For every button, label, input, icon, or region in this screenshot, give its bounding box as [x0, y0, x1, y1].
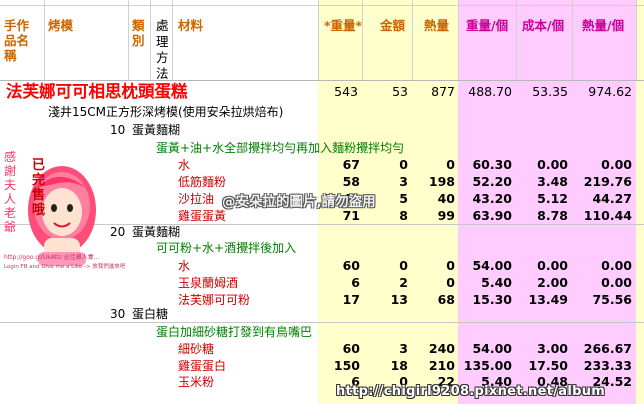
total-cost-per: 53.35: [532, 84, 568, 99]
header-ingredient[interactable]: 材料: [178, 18, 203, 33]
spreadsheet-frame: 手作品名稱 烤模 類別 處理方法 材料 *重量* 金額 熱量 重量/個 成本/個…: [0, 0, 644, 404]
header-divider: [128, 0, 129, 80]
header-cost-per[interactable]: 成本/個: [522, 18, 564, 33]
section-label: 蛋白糖: [132, 307, 169, 321]
recipe-title-row[interactable]: 法芙娜可可相思枕頭蛋糕 543 53 877 488.70 53.35 974.…: [0, 82, 644, 102]
cartoon-sticker: 感謝夫人老爺 已完售哦 http://goo.gl/UkAtlz @佳藏人妻..…: [2, 148, 126, 284]
header-divider: [318, 0, 319, 80]
album-url-overlay: http://chigirl9208.pixnet.net/album: [336, 384, 606, 399]
total-cal-per: 974.62: [588, 84, 632, 99]
header-divider: [458, 0, 459, 80]
sticker-caption: http://goo.gl/UkAtlz @佳藏人妻...: [4, 254, 100, 261]
sticker-left-text: 感謝夫人老爺: [4, 150, 17, 234]
header-mold[interactable]: 烤模: [48, 18, 73, 33]
header-divider: [150, 0, 151, 80]
total-calories: 877: [431, 84, 455, 99]
mold-row[interactable]: 淺井15CM正方形深烤模(使用安朵拉烘焙布): [0, 102, 644, 122]
recipe-title: 法芙娜可可相思枕頭蛋糕: [6, 82, 188, 101]
section-number: 30: [110, 307, 126, 321]
section-instruction: 可可粉+水+酒攪拌後加入: [156, 241, 297, 255]
ingredient-name: 玉米粉: [178, 375, 215, 389]
section-number: 10: [110, 123, 126, 137]
header-method[interactable]: 處理方法: [156, 18, 169, 82]
header-gridline: [0, 5, 644, 6]
header-divider: [172, 0, 173, 80]
header-calories-per[interactable]: 熱量/個: [582, 18, 624, 33]
header-divider: [44, 0, 45, 80]
table-header: 手作品名稱 烤模 類別 處理方法 材料 *重量* 金額 熱量 重量/個 成本/個…: [0, 0, 644, 81]
section-label: 蛋黃麵糊: [132, 123, 181, 137]
total-amount: 53: [392, 84, 408, 99]
header-amount[interactable]: 金額: [380, 18, 405, 33]
watermark-text: @安朵拉的圖片,請勿盜用: [222, 194, 376, 210]
header-divider: [636, 0, 637, 80]
header-divider: [412, 0, 413, 80]
header-weight[interactable]: *重量*: [324, 18, 362, 33]
header-product-name[interactable]: 手作品名稱: [4, 18, 40, 63]
total-weight-per: 488.70: [468, 84, 512, 99]
sticker-right-text: 已完售哦: [32, 158, 46, 218]
total-weight: 543: [334, 84, 358, 99]
header-divider: [362, 0, 363, 80]
header-category[interactable]: 類別: [132, 18, 146, 48]
section-header-row[interactable]: 30 蛋白糖: [0, 304, 644, 324]
header-divider: [572, 0, 573, 80]
header-calories[interactable]: 熱量: [424, 18, 449, 33]
section-header-row[interactable]: 10 蛋黃麵糊: [0, 120, 644, 140]
header-weight-per[interactable]: 重量/個: [466, 18, 508, 33]
header-divider: [516, 0, 517, 80]
mold-description: 淺井15CM正方形深烤模(使用安朵拉烘焙布): [48, 105, 284, 119]
sticker-caption2: Login FB and Give me a Like -> 放我們進來吧: [4, 264, 126, 270]
